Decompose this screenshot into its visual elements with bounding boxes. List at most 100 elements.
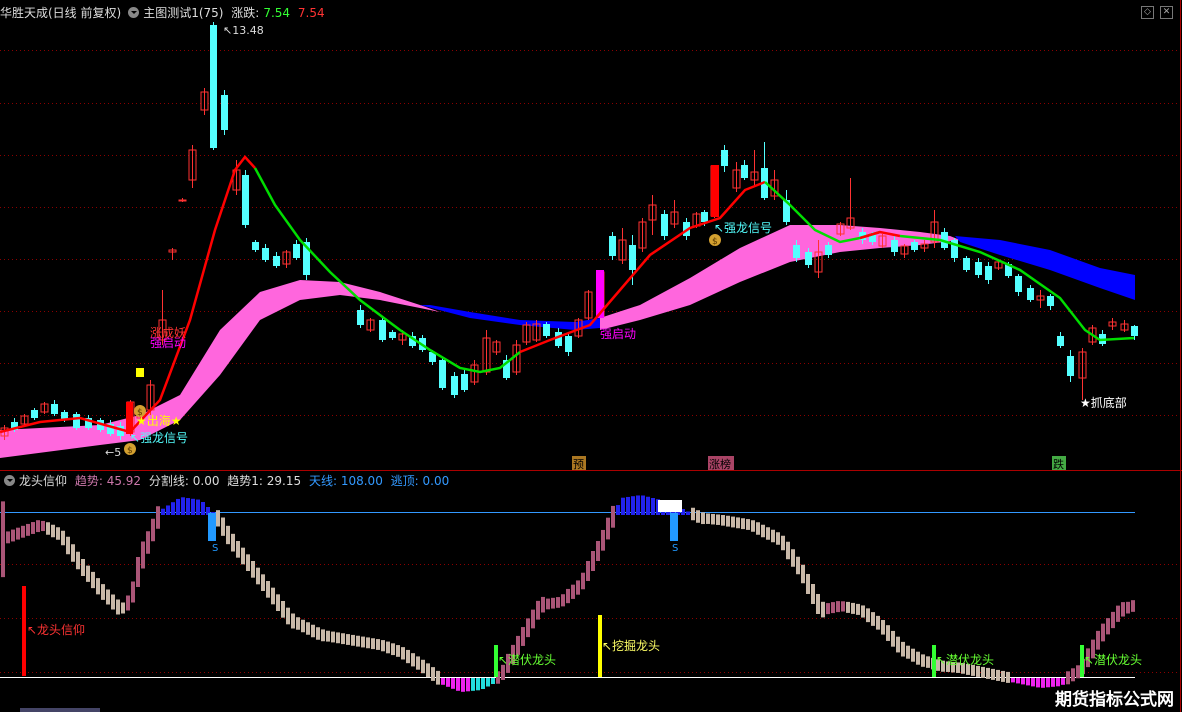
tag-yu: 预: [573, 458, 584, 471]
hidden-dragon-label-3: ↖潜伏龙头: [1084, 653, 1142, 667]
oscillator-bar: [976, 665, 980, 677]
candle-body: [357, 310, 364, 325]
oscillator-bar: [396, 645, 400, 657]
oscillator-bar: [1001, 670, 1005, 682]
oscillator-bar: [401, 647, 405, 660]
oscillator-bar: [926, 656, 930, 668]
oscillator-bar: [131, 581, 135, 603]
horizontal-scrollbar[interactable]: [20, 708, 100, 712]
candle-body: [252, 242, 259, 250]
oscillator-bar: [371, 638, 375, 650]
oscillator-bar: [386, 641, 390, 654]
oscillator-bar: [871, 612, 875, 626]
candle-body: [609, 236, 616, 256]
s-marker-label-1: S: [212, 543, 218, 554]
dropdown-icon[interactable]: [4, 475, 15, 486]
oscillator-bar: [291, 613, 295, 629]
oscillator-bar: [896, 636, 900, 653]
oscillator-bar: [331, 631, 335, 643]
oscillator-bar: [791, 549, 795, 567]
candle-body: [985, 266, 992, 280]
oscillator-bar: [651, 498, 655, 515]
oscillator-bar: [306, 622, 310, 635]
oscillator-bar: [196, 499, 200, 515]
candle-body: [1027, 288, 1034, 300]
oscillator-bar: [761, 524, 765, 538]
oscillator-bar: [461, 678, 465, 692]
oscillator-bar: [591, 551, 595, 571]
oscillator-bar: [166, 505, 170, 515]
oscillator-bar: [271, 587, 275, 605]
oscillator-bar: [71, 544, 75, 562]
candle-body: [793, 245, 800, 258]
oscillator-bar: [441, 678, 445, 685]
candle-body: [661, 214, 668, 236]
ma-line-up: [0, 155, 256, 434]
oscillator-bar: [921, 654, 925, 667]
oscillator-bar: [31, 522, 35, 534]
hidden-dragon-label-1: ↖潜伏龙头: [498, 653, 556, 667]
oscillator-bar: [916, 651, 920, 665]
oscillator-bar: [251, 561, 255, 578]
oscillator-bar: [986, 667, 990, 679]
oscillator-bar: [466, 678, 470, 692]
oscillator-bar: [356, 635, 360, 647]
oscillator-bar: [376, 639, 380, 650]
oscillator-bar: [151, 518, 155, 542]
oscillator-bar: [1016, 678, 1020, 684]
oscillator-bar: [231, 533, 235, 552]
oscillator-bar: [311, 624, 315, 638]
sub-indicator-name[interactable]: 龙头信仰: [19, 474, 67, 488]
oscillator-bar: [1076, 665, 1080, 679]
oscillator-bar: [826, 603, 830, 615]
oscillator-bar: [1071, 668, 1075, 682]
oscillator-bar: [736, 517, 740, 529]
oscillator-bar: [316, 627, 320, 640]
oscillator-bar: [86, 565, 90, 582]
money-bag-symbol: $: [127, 446, 133, 456]
candle-body: [31, 410, 38, 418]
oscillator-bar: [621, 497, 625, 515]
candle-body: [565, 336, 572, 352]
oscillator-bar: [531, 609, 535, 629]
oscillator-bar: [1036, 678, 1040, 688]
oscillator-bar: [856, 603, 860, 615]
money-bag-symbol: $: [712, 237, 718, 247]
oscillator-bar: [241, 547, 245, 565]
oscillator-bar: [1101, 623, 1105, 642]
oscillator-bar: [606, 517, 610, 540]
oscillator-bar: [731, 516, 735, 528]
dropdown-icon[interactable]: [128, 7, 140, 18]
oscillator-bar: [901, 641, 905, 657]
indicator-name[interactable]: 主图测试1(75): [143, 6, 223, 20]
candle-body: [825, 245, 832, 255]
candle-body: [629, 245, 636, 270]
oscillator-bar: [886, 625, 890, 641]
candle-body: [1015, 276, 1022, 292]
oscillator-bar: [526, 618, 530, 638]
divide-value: 分割线: 0.00: [148, 474, 220, 488]
oscillator-bar: [811, 584, 815, 604]
oscillator-bar: [1, 501, 5, 578]
chart-canvas[interactable]: ↖13.48←5↖强龙信号↖强龙信号★出海★涨成妖强启动强启动★抓底部$$$预涨…: [0, 0, 1182, 712]
oscillator-bar: [41, 520, 45, 532]
oscillator-bar: [541, 596, 545, 613]
main-chart-header: 华胜天成(日线 前复权) 主图测试1(75) 涨跌: 7.54 7.54: [0, 4, 329, 22]
stock-name: 华胜天成(日线 前复权): [0, 6, 122, 20]
oscillator-bar: [6, 531, 10, 544]
oscillator-bar: [16, 527, 20, 540]
oscillator-bar: [296, 617, 300, 630]
window-restore-icon[interactable]: ◇: [1141, 6, 1154, 19]
cloud-band-blue: [420, 305, 600, 330]
oscillator-bar: [751, 520, 755, 532]
oscillator-bar: [891, 630, 895, 647]
oscillator-bar: [726, 515, 730, 527]
window-close-icon[interactable]: ✕: [1160, 6, 1173, 19]
oscillator-bar: [481, 678, 485, 689]
oscillator-bar: [421, 659, 425, 674]
s-marker-label-2: S: [672, 543, 678, 554]
oscillator-bar: [106, 589, 110, 605]
oscillator-bar: [646, 496, 650, 515]
candle-body: [389, 332, 396, 338]
oscillator-bar: [711, 513, 715, 525]
